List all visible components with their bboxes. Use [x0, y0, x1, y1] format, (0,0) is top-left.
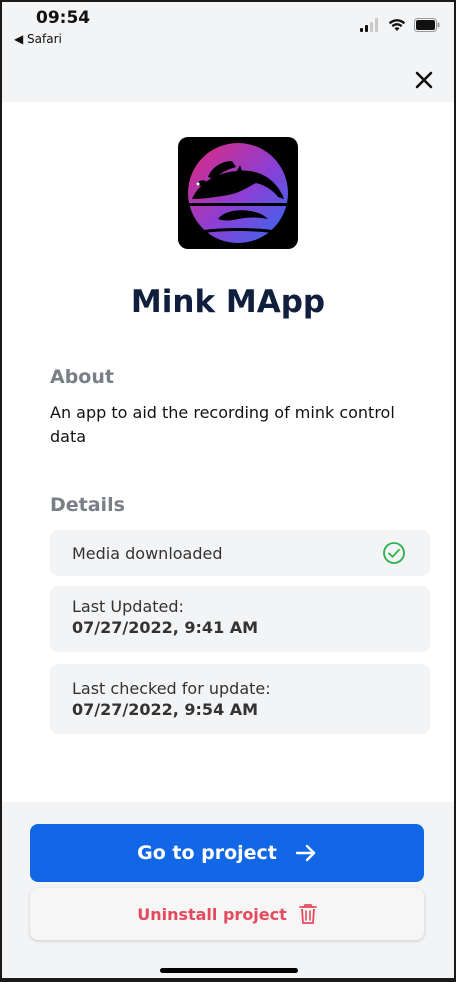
wifi-icon: [388, 19, 406, 31]
close-icon: [415, 71, 433, 89]
last-checked-label: Last checked for update:: [72, 679, 271, 698]
about-heading: About: [50, 366, 114, 388]
go-to-project-button[interactable]: Go to project: [30, 824, 424, 882]
app-title: Mink MApp: [130, 284, 326, 320]
back-to-safari-link[interactable]: ◀ Safari: [14, 32, 62, 46]
last-updated-value: 07/27/2022, 9:41 AM: [72, 618, 259, 637]
status-time: 09:54: [36, 8, 91, 28]
details-heading: Details: [50, 494, 125, 516]
signal-icon: [360, 18, 378, 32]
app-screen: 09:54 ◀ Safari Mink MApp About An app to…: [2, 2, 454, 978]
status-bar: 09:54 ◀ Safari: [2, 2, 454, 102]
about-text: An app to aid the recording of mink cont…: [50, 403, 395, 446]
uninstall-project-label: Uninstall project: [137, 904, 287, 924]
trash-icon: [298, 904, 317, 924]
app-logo: [178, 137, 298, 249]
go-to-project-label: Go to project: [137, 842, 277, 864]
last-checked-value: 07/27/2022, 9:54 AM: [72, 700, 259, 719]
last-updated-card: Last Updated: 07/27/2022, 9:41 AM: [50, 586, 430, 652]
media-status-card: Media downloaded: [50, 530, 430, 576]
home-indicator[interactable]: [160, 968, 298, 973]
mink-logo: [188, 143, 288, 243]
arrow-right-icon: [295, 844, 316, 862]
check-circle-icon: [383, 542, 405, 564]
uninstall-project-button[interactable]: Uninstall project: [30, 888, 424, 940]
battery-icon: [414, 18, 440, 32]
close-button[interactable]: [410, 66, 438, 94]
media-status-text: Media downloaded: [72, 543, 223, 563]
last-updated-label: Last Updated:: [72, 597, 184, 616]
status-icons: [360, 18, 440, 32]
last-checked-card: Last checked for update: 07/27/2022, 9:5…: [50, 664, 430, 734]
